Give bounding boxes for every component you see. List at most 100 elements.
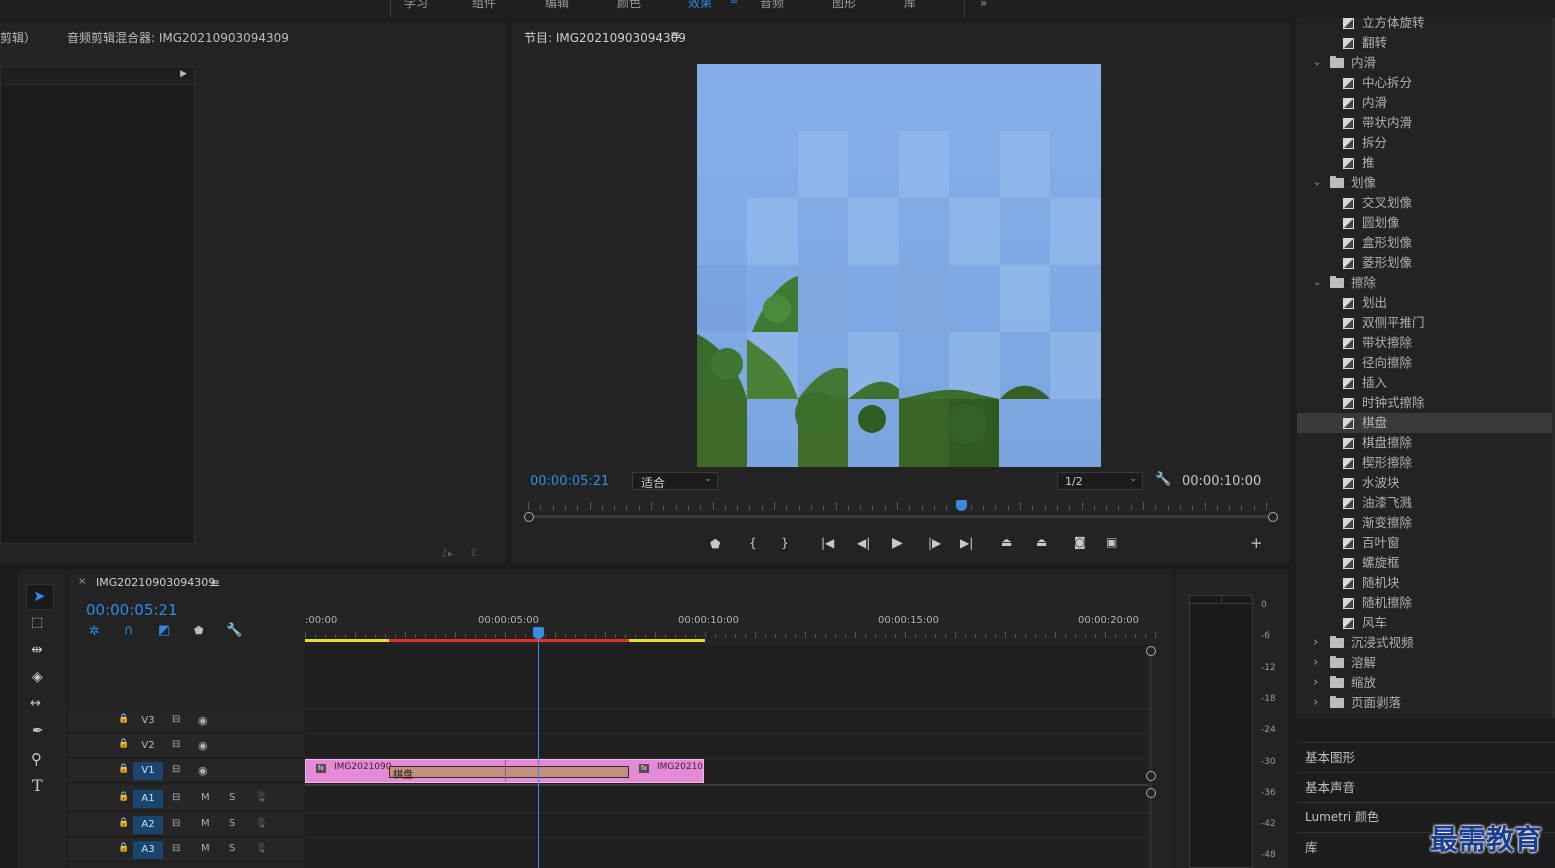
track-name[interactable]: V1 [133, 762, 163, 780]
lock-icon[interactable]: 🔒 [118, 843, 129, 853]
comparison-view-button[interactable]: ▣ [1106, 535, 1117, 549]
sync-lock-icon[interactable]: ⊟ [172, 818, 180, 829]
effect-item[interactable]: 内滑 [1297, 93, 1555, 113]
effect-item[interactable]: 楔形擦除 [1297, 453, 1555, 473]
chevron-down-icon[interactable]: ⌄ [1313, 53, 1321, 73]
extract-button[interactable]: ⏏ [1036, 535, 1047, 549]
track-header-v2[interactable]: 🔒 V2 ⊟ ◉ [68, 734, 304, 758]
chevron-down-icon[interactable]: ⌄ [1313, 273, 1321, 293]
step-back-button[interactable]: ◀| [857, 536, 870, 550]
nest-icon[interactable]: ✲ [89, 624, 100, 639]
camera-icon[interactable]: ◙ [1074, 535, 1086, 549]
program-timecode[interactable]: 00:00:05:21 [530, 474, 609, 489]
timeline-timecode[interactable]: 00:00:05:21 [86, 601, 178, 619]
track-area[interactable] [305, 645, 1148, 868]
eye-icon[interactable]: ◉ [198, 714, 208, 727]
wrench-icon[interactable]: 🔧 [1155, 472, 1171, 487]
button-editor-plus-icon[interactable]: + [1250, 534, 1263, 552]
solo-button[interactable]: S [229, 843, 235, 854]
effect-item[interactable]: 螺旋框 [1297, 553, 1555, 573]
effect-item[interactable]: 随机擦除 [1297, 593, 1555, 613]
effect-item[interactable]: 立方体旋转 [1297, 13, 1555, 33]
effect-folder[interactable]: ⌄ 擦除 [1297, 273, 1555, 293]
eye-icon[interactable]: ◉ [198, 739, 208, 752]
solo-button[interactable]: S [229, 818, 235, 829]
go-to-in-button[interactable]: |◀ [821, 536, 834, 550]
effect-item[interactable]: 插入 [1297, 373, 1555, 393]
video-audio-divider[interactable] [305, 784, 1148, 786]
audio-playback-icon[interactable]: ♪▸ [441, 547, 454, 560]
effect-item[interactable]: 带状擦除 [1297, 333, 1555, 353]
workspace-tab-graphics[interactable]: 图形 [832, 0, 856, 11]
track-header-a2[interactable]: 🔒 A2 ⊟ M S 🎙 [68, 813, 304, 837]
go-to-out-button[interactable]: ▶| [960, 536, 973, 550]
effect-item[interactable]: 风车 [1297, 613, 1555, 633]
effect-item[interactable]: 随机块 [1297, 573, 1555, 593]
track-header-a1[interactable]: 🔒 A1 ⊟ M S 🎙 [68, 787, 304, 811]
checkerboard-transition[interactable]: 棋盘 [389, 766, 629, 781]
scroll-handle[interactable] [1146, 646, 1156, 656]
sync-lock-icon[interactable]: ⊟ [172, 764, 180, 775]
track-name[interactable]: V3 [133, 712, 163, 730]
effect-item[interactable]: 拆分 [1297, 133, 1555, 153]
effect-folder[interactable]: › 溶解 [1297, 653, 1555, 673]
workspace-tab-color[interactable]: 颜色 [617, 0, 641, 11]
v1-clip[interactable]: fx IMG2021090 棋盘 fx IMG20210 [305, 759, 704, 783]
play-button[interactable]: ▶ [892, 535, 903, 551]
effect-folder[interactable]: › 缩放 [1297, 673, 1555, 693]
lock-icon[interactable]: 🔒 [118, 792, 129, 802]
timeline-settings-wrench-icon[interactable]: 🔧 [226, 623, 242, 638]
workspace-overflow-button[interactable]: » [980, 0, 987, 10]
slip-tool-icon[interactable]: ↔ [30, 696, 41, 711]
chevron-right-icon[interactable]: › [1313, 633, 1318, 653]
effect-item[interactable]: 划出 [1297, 293, 1555, 313]
effect-item[interactable]: 交叉划像 [1297, 193, 1555, 213]
solo-button[interactable]: S [229, 792, 235, 803]
fit-select[interactable]: 适合 ⌄ [632, 472, 718, 490]
effect-item[interactable]: 油漆飞溅 [1297, 493, 1555, 513]
sync-lock-icon[interactable]: ⊟ [172, 714, 180, 725]
effect-item[interactable]: 棋盘擦除 [1297, 433, 1555, 453]
sequence-menu-icon[interactable]: ≡ [210, 576, 220, 590]
effect-item[interactable]: 水波块 [1297, 473, 1555, 493]
sync-lock-icon[interactable]: ⊟ [172, 739, 180, 750]
microphone-icon[interactable]: 🎙 [255, 792, 268, 803]
workspace-tab-library[interactable]: 库 [904, 0, 916, 11]
workspace-tab-editing[interactable]: 编辑 [545, 0, 569, 11]
effect-item[interactable]: 渐变擦除 [1297, 513, 1555, 533]
effect-folder[interactable]: › 沉浸式视频 [1297, 633, 1555, 653]
sync-lock-icon[interactable]: ⊟ [172, 792, 180, 803]
add-marker-icon[interactable]: ⬟ [194, 624, 204, 637]
type-tool-icon[interactable]: T [32, 776, 43, 795]
audio-clip-mixer-tab[interactable]: 音频剪辑混合器: IMG20210903094309 [67, 29, 289, 46]
sequence-tab[interactable]: IMG20210903094309 [96, 576, 215, 589]
source-tab-partial[interactable]: 剪辑） [0, 29, 36, 46]
program-video-frame[interactable] [697, 64, 1101, 467]
timeline-scrollbar[interactable] [1149, 650, 1152, 868]
snap-magnet-icon[interactable]: ∩ [124, 623, 134, 638]
mute-button[interactable]: M [201, 843, 210, 854]
workspace-tab-effects[interactable]: 效果 [688, 0, 712, 11]
add-marker-button[interactable]: ⬟ [710, 537, 720, 551]
ripple-edit-tool-icon[interactable]: ⇹ [31, 642, 43, 658]
lock-icon[interactable]: 🔒 [118, 739, 129, 749]
track-name[interactable]: A3 [133, 841, 163, 859]
mark-in-button[interactable]: { [749, 536, 757, 550]
effect-item[interactable]: 径向擦除 [1297, 353, 1555, 373]
effect-item[interactable]: 推 [1297, 153, 1555, 173]
scroll-handle[interactable] [1146, 788, 1156, 798]
track-header-a3[interactable]: 🔒 A3 ⊟ M S 🎙 [68, 838, 304, 862]
eye-icon[interactable]: ◉ [198, 764, 208, 777]
mark-out-button[interactable]: } [781, 536, 789, 550]
program-playhead[interactable] [955, 500, 967, 511]
effect-item[interactable]: 双侧平推门 [1297, 313, 1555, 333]
mute-button[interactable]: M [201, 792, 210, 803]
lift-button[interactable]: ⏏ [1001, 535, 1012, 549]
program-title[interactable]: 节目: IMG20210903094309 [524, 29, 686, 46]
effect-item[interactable]: 翻转 [1297, 33, 1555, 53]
effect-item[interactable]: 盒形划像 [1297, 233, 1555, 253]
workspace-menu-icon[interactable]: ≡ [730, 0, 738, 7]
effect-folder[interactable]: ⌄ 划像 [1297, 173, 1555, 193]
step-forward-button[interactable]: |▶ [928, 536, 941, 550]
track-select-tool-icon[interactable]: ⬚ [31, 615, 43, 630]
